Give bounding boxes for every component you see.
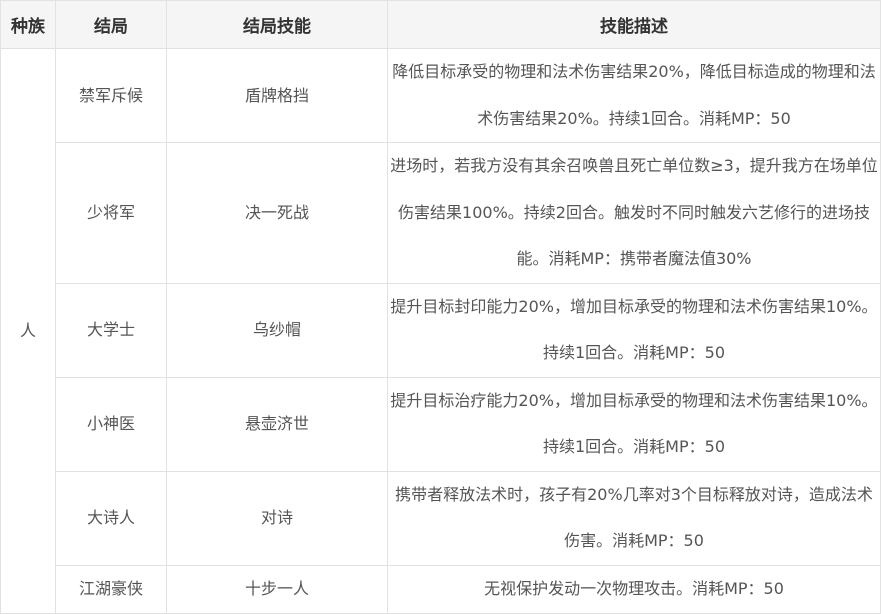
table-row: 江湖豪侠 十步一人 无视保护发动一次物理攻击。消耗MP：50 [1,564,881,614]
table-row: 大诗人 对诗 携带者释放法术时，孩子有20%几率对3个目标释放对诗，造成法术伤害… [1,470,881,566]
ending-cell: 江湖豪侠 [55,564,167,614]
description-cell: 携带者释放法术时，孩子有20%几率对3个目标释放对诗，造成法术伤害。消耗MP：5… [387,470,881,566]
skill-cell: 对诗 [166,470,388,566]
table-row: 大学士 乌纱帽 提升目标封印能力20%，增加目标承受的物理和法术伤害结果10%。… [1,282,881,378]
header-race: 种族 [0,0,56,49]
ending-cell: 禁军斥候 [55,48,167,143]
race-cell: 人 [0,48,56,614]
header-ending: 结局 [55,0,167,49]
ending-cell: 少将军 [55,142,167,284]
table-row: 少将军 决一死战 进场时，若我方没有其余召唤兽且死亡单位数≥3，提升我方在场单位… [1,142,881,284]
skill-cell: 十步一人 [166,564,388,614]
description-cell: 提升目标封印能力20%，增加目标承受的物理和法术伤害结果10%。持续1回合。消耗… [387,282,881,378]
description-cell: 进场时，若我方没有其余召唤兽且死亡单位数≥3，提升我方在场单位伤害结果100%。… [387,142,881,284]
table-row: 小神医 悬壶济世 提升目标治疗能力20%，增加目标承受的物理和法术伤害结果10%… [1,376,881,472]
table-row: 人 禁军斥候 盾牌格挡 降低目标承受的物理和法术伤害结果20%，降低目标造成的物… [0,48,881,614]
header-ending-skill: 结局技能 [166,0,388,49]
description-cell: 提升目标治疗能力20%，增加目标承受的物理和法术伤害结果10%。持续1回合。消耗… [387,376,881,472]
skill-cell: 盾牌格挡 [166,48,388,143]
ending-cell: 小神医 [55,376,167,472]
skills-table: 种族 结局 结局技能 技能描述 人 禁军斥候 盾牌格挡 降低目标承受的物理和法术… [0,0,881,614]
header-row: 种族 结局 结局技能 技能描述 [0,0,881,49]
skill-cell: 决一死战 [166,142,388,284]
skill-cell: 悬壶济世 [166,376,388,472]
description-cell: 降低目标承受的物理和法术伤害结果20%，降低目标造成的物理和法术伤害结果20%。… [387,48,881,143]
skill-cell: 乌纱帽 [166,282,388,378]
description-cell: 无视保护发动一次物理攻击。消耗MP：50 [387,564,881,614]
ending-cell: 大诗人 [55,470,167,566]
ending-cell: 大学士 [55,282,167,378]
header-skill-description: 技能描述 [387,0,881,49]
